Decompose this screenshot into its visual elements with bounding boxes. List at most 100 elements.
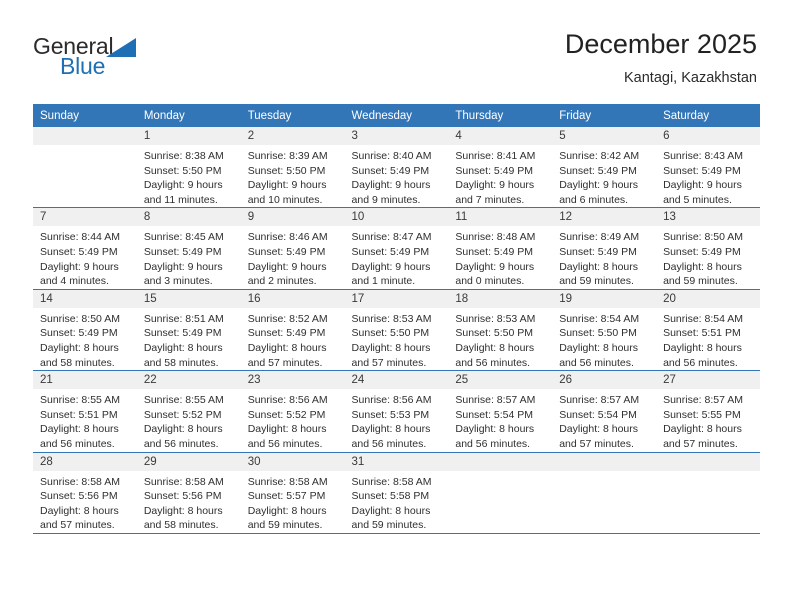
day-sunrise-text: Sunrise: 8:54 AM (663, 312, 744, 325)
calendar-day-cell[interactable]: 12 Sunrise: 8:49 AM Sunset: 5:49 PM Dayligh… (552, 207, 657, 290)
calendar-day-cell[interactable]: 8 Sunrise: 8:45 AM Sunset: 5:49 PM Daylight… (136, 207, 241, 290)
calendar-day-cell[interactable]: 9 Sunrise: 8:46 AM Sunset: 5:49 PM Daylight… (240, 207, 345, 290)
calendar-day-cell[interactable]: 11 Sunrise: 8:48 AM Sunset: 5:49 PM Dayligh… (448, 207, 553, 290)
day-number: 15 (136, 289, 241, 308)
day-sunrise-text: Sunrise: 8:42 AM (559, 150, 640, 162)
day-sunrise-text: Sunrise: 8:57 AM (663, 394, 744, 407)
day-number (33, 127, 137, 145)
calendar-day-cell[interactable]: 13 Sunrise: 8:50 AM Sunset: 5:49 PM Dayligh… (656, 207, 760, 290)
day-details: Sunrise: 8:50 AM Sunset: 5:49 PM Daylight:… (656, 226, 760, 288)
day-daylight1-text: Daylight: 9 hours (351, 260, 431, 273)
day-daylight1-text: Daylight: 8 hours (247, 423, 327, 436)
day-number: 8 (136, 208, 241, 227)
calendar-day-cell[interactable]: 25 Sunrise: 8:57 AM Sunset: 5:54 PM Dayligh… (448, 370, 553, 453)
day-details: Sunrise: 8:42 AM Sunset: 5:49 PM Daylight:… (552, 145, 656, 207)
calendar-day-cell[interactable]: 26 Sunrise: 8:57 AM Sunset: 5:54 PM Dayligh… (552, 370, 657, 453)
day-details: Sunrise: 8:58 AM Sunset: 5:56 PM Daylight:… (33, 471, 137, 533)
calendar-day-cell[interactable]: 20 Sunrise: 8:54 AM Sunset: 5:51 PM Dayligh… (656, 289, 760, 372)
calendar-day-cell[interactable]: 7 Sunrise: 8:44 AM Sunset: 5:49 PM Daylight… (33, 207, 137, 290)
general-blue-logo: General Blue (33, 34, 193, 86)
day-details: Sunrise: 8:52 AM Sunset: 5:49 PM Daylight:… (241, 308, 345, 370)
calendar-day-cell[interactable]: 5 Sunrise: 8:42 AM Sunset: 5:49 PM Daylight… (552, 127, 657, 209)
day-sunset-text: Sunset: 5:55 PM (663, 408, 741, 421)
day-daylight1-text: Daylight: 8 hours (663, 423, 742, 436)
calendar-day-cell[interactable]: 19 Sunrise: 8:54 AM Sunset: 5:50 PM Dayligh… (552, 289, 657, 372)
day-sunset-text: Sunset: 5:53 PM (351, 408, 430, 421)
day-daylight1-text: Daylight: 8 hours (40, 504, 119, 517)
day-number: 13 (656, 208, 760, 227)
day-daylight2-text: and 4 minutes. (40, 275, 109, 288)
day-number: 11 (448, 208, 553, 227)
day-daylight2-text: and 3 minutes. (143, 275, 213, 288)
day-sunset-text: Sunset: 5:50 PM (455, 327, 534, 340)
calendar-day-cell[interactable]: 23 Sunrise: 8:56 AM Sunset: 5:52 PM Dayligh… (240, 370, 345, 453)
day-daylight1-text: Daylight: 8 hours (247, 504, 327, 517)
calendar-week-row: 21 Sunrise: 8:55 AM Sunset: 5:51 PM Dayligh… (33, 370, 760, 453)
day-daylight2-text: and 56 minutes. (40, 437, 115, 450)
calendar-cell-empty (552, 452, 657, 534)
day-sunset-text: Sunset: 5:54 PM (455, 408, 534, 421)
day-daylight2-text: and 56 minutes. (455, 356, 531, 369)
day-daylight2-text: and 56 minutes. (143, 437, 219, 450)
day-number: 19 (552, 289, 657, 308)
day-sunset-text: Sunset: 5:49 PM (40, 327, 118, 340)
day-daylight2-text: and 7 minutes. (455, 193, 525, 206)
calendar-day-cell[interactable]: 14 Sunrise: 8:50 AM Sunset: 5:49 PM Dayligh… (33, 289, 137, 372)
calendar-day-cell[interactable]: 16 Sunrise: 8:52 AM Sunset: 5:49 PM Dayligh… (240, 289, 345, 372)
day-details: Sunrise: 8:50 AM Sunset: 5:49 PM Daylight:… (33, 308, 137, 370)
day-sunrise-text: Sunrise: 8:50 AM (663, 231, 744, 244)
day-daylight2-text: and 58 minutes. (143, 519, 219, 532)
title-block: December 2025 Kantagi, Kazakhstan (565, 28, 757, 88)
calendar-day-cell[interactable]: 22 Sunrise: 8:55 AM Sunset: 5:52 PM Dayligh… (136, 370, 241, 453)
day-number: 22 (136, 371, 241, 390)
calendar-day-cell[interactable]: 3 Sunrise: 8:40 AM Sunset: 5:49 PM Daylight… (344, 127, 449, 209)
day-details: Sunrise: 8:43 AM Sunset: 5:49 PM Daylight:… (656, 145, 760, 207)
day-sunset-text: Sunset: 5:58 PM (351, 490, 430, 503)
day-details: Sunrise: 8:53 AM Sunset: 5:50 PM Daylight:… (448, 308, 552, 370)
day-daylight2-text: and 9 minutes. (351, 193, 421, 206)
calendar-day-cell[interactable]: 21 Sunrise: 8:55 AM Sunset: 5:51 PM Dayligh… (33, 370, 137, 453)
day-daylight1-text: Daylight: 8 hours (559, 260, 639, 273)
calendar-day-cell[interactable]: 31 Sunrise: 8:58 AM Sunset: 5:58 PM Dayligh… (344, 452, 449, 534)
day-details: Sunrise: 8:47 AM Sunset: 5:49 PM Daylight:… (345, 226, 449, 288)
day-daylight2-text: and 59 minutes. (247, 519, 323, 532)
calendar-day-cell[interactable]: 18 Sunrise: 8:53 AM Sunset: 5:50 PM Dayligh… (448, 289, 553, 372)
calendar-day-cell[interactable]: 6 Sunrise: 8:43 AM Sunset: 5:49 PM Daylight… (656, 127, 760, 209)
calendar-day-cell[interactable]: 24 Sunrise: 8:56 AM Sunset: 5:53 PM Dayligh… (344, 370, 449, 453)
calendar-day-cell[interactable]: 28 Sunrise: 8:58 AM Sunset: 5:56 PM Dayligh… (33, 452, 137, 534)
calendar-day-cell[interactable]: 1 Sunrise: 8:38 AM Sunset: 5:50 PM Daylight… (136, 127, 241, 209)
day-number: 9 (240, 208, 345, 227)
day-sunset-text: Sunset: 5:57 PM (247, 490, 326, 503)
day-sunrise-text: Sunrise: 8:56 AM (247, 394, 328, 407)
day-sunrise-text: Sunrise: 8:40 AM (351, 150, 432, 162)
calendar-week-row: 1 Sunrise: 8:38 AM Sunset: 5:50 PM Daylight… (33, 127, 760, 209)
calendar-day-cell[interactable]: 29 Sunrise: 8:58 AM Sunset: 5:56 PM Dayligh… (136, 452, 241, 534)
day-sunset-text: Sunset: 5:49 PM (247, 245, 326, 258)
day-number: 2 (240, 127, 345, 145)
day-daylight1-text: Daylight: 8 hours (40, 423, 119, 436)
day-number: 20 (656, 289, 760, 308)
day-details: Sunrise: 8:55 AM Sunset: 5:52 PM Daylight:… (137, 389, 241, 451)
day-daylight1-text: Daylight: 8 hours (40, 341, 119, 354)
calendar-day-cell[interactable]: 27 Sunrise: 8:57 AM Sunset: 5:55 PM Dayligh… (656, 370, 760, 453)
calendar-day-cell[interactable]: 30 Sunrise: 8:58 AM Sunset: 5:57 PM Dayligh… (240, 452, 345, 534)
day-daylight2-text: and 56 minutes. (351, 437, 427, 450)
day-number: 30 (240, 452, 345, 471)
calendar-day-cell[interactable]: 17 Sunrise: 8:53 AM Sunset: 5:50 PM Dayligh… (344, 289, 449, 372)
day-details: Sunrise: 8:57 AM Sunset: 5:55 PM Daylight:… (656, 389, 760, 451)
day-details: Sunrise: 8:39 AM Sunset: 5:50 PM Daylight:… (241, 145, 345, 207)
calendar-day-cell[interactable]: 4 Sunrise: 8:41 AM Sunset: 5:49 PM Daylight… (448, 127, 553, 209)
calendar-cell-empty (448, 452, 553, 534)
day-sunset-text: Sunset: 5:49 PM (351, 245, 430, 258)
calendar-day-cell[interactable]: 2 Sunrise: 8:39 AM Sunset: 5:50 PM Daylight… (240, 127, 345, 209)
day-daylight2-text: and 57 minutes. (663, 437, 738, 450)
day-sunrise-text: Sunrise: 8:57 AM (559, 394, 640, 407)
day-number: 10 (344, 208, 449, 227)
day-daylight2-text: and 58 minutes. (40, 356, 115, 369)
day-daylight2-text: and 2 minutes. (247, 275, 317, 288)
day-daylight2-text: and 57 minutes. (40, 519, 115, 532)
calendar-day-cell[interactable]: 10 Sunrise: 8:47 AM Sunset: 5:49 PM Dayligh… (344, 207, 449, 290)
calendar-day-cell[interactable]: 15 Sunrise: 8:51 AM Sunset: 5:49 PM Dayligh… (136, 289, 241, 372)
day-sunrise-text: Sunrise: 8:48 AM (455, 231, 536, 244)
day-sunset-text: Sunset: 5:56 PM (40, 490, 118, 503)
